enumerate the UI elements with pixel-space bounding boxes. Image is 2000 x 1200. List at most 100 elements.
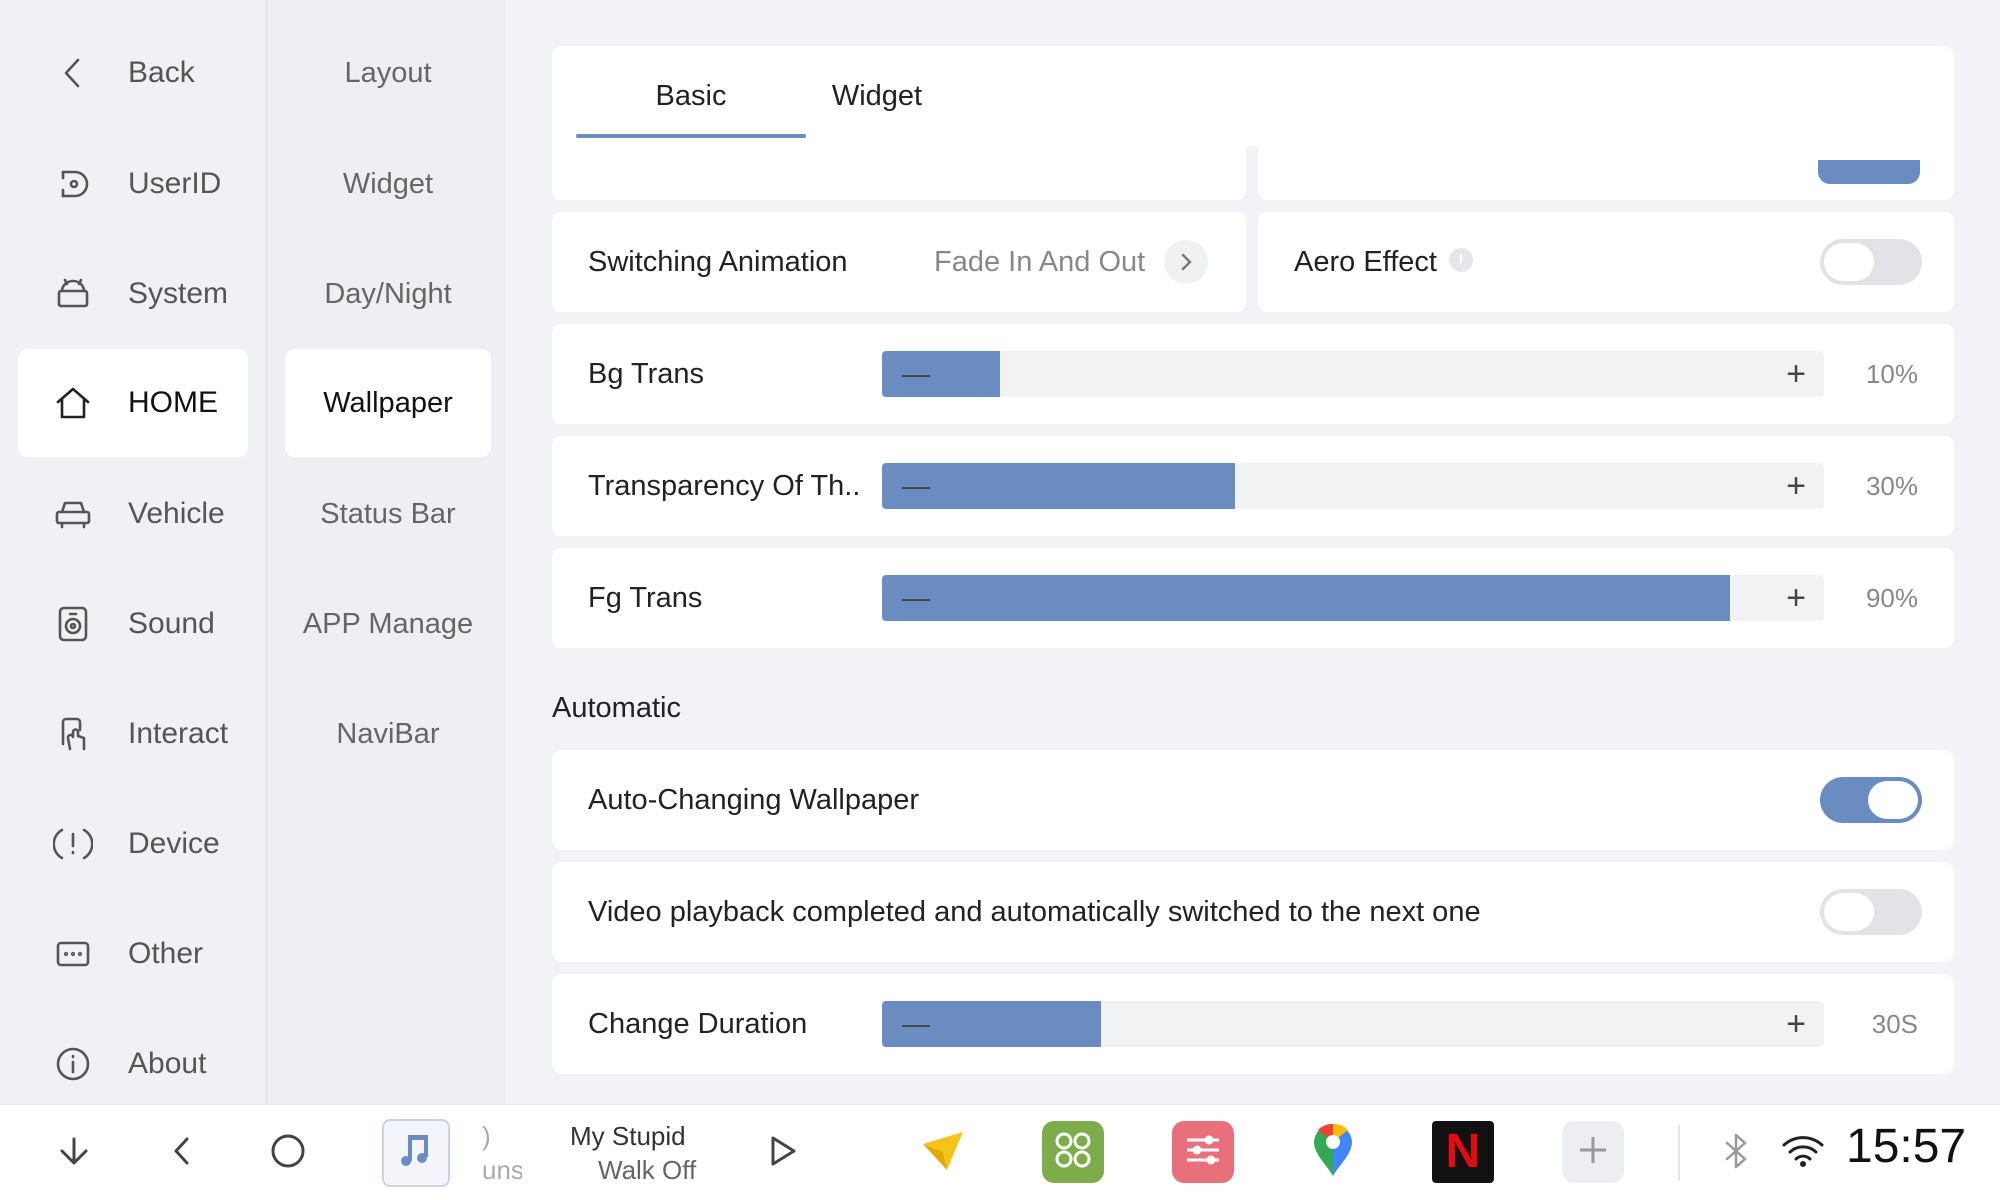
switching-animation-label: Switching Animation: [588, 246, 848, 278]
subnav-item-status-bar[interactable]: Status Bar: [285, 460, 491, 568]
sidebar-item-system[interactable]: System: [18, 240, 248, 348]
sidebar-item-home[interactable]: HOME: [18, 349, 248, 457]
navigation-app[interactable]: [912, 1121, 974, 1183]
info-icon: [18, 1044, 128, 1084]
aero-effect-toggle[interactable]: [1820, 239, 1922, 285]
bg-trans-value: 10%: [1865, 359, 1918, 389]
home-icon: [18, 383, 128, 423]
album-art[interactable]: [382, 1119, 450, 1187]
apps-grid-icon: [1051, 1128, 1095, 1177]
touch-icon: [18, 714, 128, 754]
media-prev-line2: uns: [482, 1155, 522, 1185]
transparency-slider[interactable]: — +: [882, 463, 1824, 509]
bg-trans-slider[interactable]: — +: [882, 351, 1824, 397]
toggle-knob: [1868, 781, 1918, 819]
chevron-right-icon[interactable]: [1164, 240, 1208, 284]
nav-back-button[interactable]: [150, 1105, 214, 1200]
sidebar-item-vehicle[interactable]: Vehicle: [18, 460, 248, 568]
arrow-down-icon: [54, 1131, 94, 1176]
subnav-label: NaviBar: [336, 717, 440, 750]
clock: 15:57: [1846, 1120, 1967, 1173]
minus-icon[interactable]: —: [902, 584, 930, 612]
bluetooth-icon: [1721, 1131, 1751, 1176]
subnav-label: Widget: [342, 167, 434, 200]
media-title: My Stupid: [570, 1121, 686, 1151]
tab-widget[interactable]: Widget: [762, 46, 992, 146]
netflix-app[interactable]: N: [1432, 1121, 1494, 1183]
sidebar-item-label: System: [128, 277, 229, 310]
subnav-item-day-night[interactable]: Day/Night: [285, 240, 491, 348]
wifi-status[interactable]: [1780, 1105, 1826, 1200]
subnav-item-wallpaper[interactable]: Wallpaper: [285, 349, 491, 457]
apps-grid-app[interactable]: [1042, 1121, 1104, 1183]
sidebar-item-about[interactable]: About: [18, 1010, 248, 1118]
subnav-label: Wallpaper: [323, 386, 453, 419]
nav-home-button[interactable]: [256, 1105, 320, 1200]
subnav-label: Status Bar: [320, 497, 456, 530]
fg-trans-value: 90%: [1865, 583, 1918, 613]
maps-app[interactable]: [1302, 1121, 1364, 1183]
sidebar-item-other[interactable]: Other: [18, 900, 248, 1008]
video-next-row: Video playback completed and automatical…: [552, 862, 1954, 962]
switching-animation-row[interactable]: Switching Animation Fade In And Out: [552, 212, 1246, 312]
slider-fill: [882, 351, 1000, 397]
sidebar-item-label: Other: [128, 937, 204, 970]
fg-trans-row: Fg Trans — + 90%: [552, 548, 1954, 648]
switching-animation-value: Fade In And Out: [934, 246, 1146, 278]
back-label: Back: [128, 56, 195, 89]
minus-icon[interactable]: —: [902, 1010, 930, 1038]
back-button[interactable]: Back: [18, 19, 248, 127]
slider-fill: [882, 575, 1730, 621]
equalizer-icon: [1181, 1128, 1225, 1177]
subnav-label: APP Manage: [302, 607, 474, 640]
auto-wallpaper-label: Auto-Changing Wallpaper: [588, 784, 920, 816]
info-icon[interactable]: [1448, 248, 1473, 273]
toggle-knob: [1824, 893, 1874, 931]
video-next-toggle[interactable]: [1820, 889, 1922, 935]
collapse-button[interactable]: [42, 1105, 106, 1200]
change-duration-row: Change Duration — + 30S: [552, 974, 1954, 1074]
minus-icon[interactable]: —: [902, 360, 930, 388]
plus-icon[interactable]: +: [1786, 469, 1806, 503]
minus-icon[interactable]: —: [902, 472, 930, 500]
bluetooth-status[interactable]: [1716, 1105, 1756, 1200]
transparency-row: Transparency Of Th.. — + 30%: [552, 436, 1954, 536]
add-app-button[interactable]: [1562, 1121, 1624, 1183]
bg-trans-row: Bg Trans — + 10%: [552, 324, 1954, 424]
sidebar-item-sound[interactable]: Sound: [18, 570, 248, 678]
aero-effect-row: Aero Effect: [1258, 212, 1954, 312]
subnav-item-widget[interactable]: Widget: [285, 130, 491, 238]
change-duration-slider[interactable]: — +: [882, 1001, 1824, 1047]
netflix-icon: N: [1445, 1125, 1481, 1178]
plus-icon[interactable]: +: [1786, 581, 1806, 615]
secondary-sidebar: Layout Widget Day/Night Wallpaper Status…: [270, 0, 506, 1104]
plus-icon[interactable]: +: [1786, 357, 1806, 391]
play-button[interactable]: [750, 1105, 814, 1200]
transparency-label: Transparency Of Th..: [588, 470, 861, 502]
subnav-item-layout[interactable]: Layout: [285, 19, 491, 127]
sidebar-item-device[interactable]: Device: [18, 790, 248, 898]
fg-trans-slider[interactable]: — +: [882, 575, 1824, 621]
userid-icon: [18, 164, 128, 204]
aero-effect-label: Aero Effect: [1294, 246, 1437, 278]
subnav-label: Layout: [344, 56, 432, 89]
bg-trans-label: Bg Trans: [588, 358, 705, 390]
sidebar-item-label: UserID: [128, 167, 222, 200]
subnav-item-navibar[interactable]: NaviBar: [285, 680, 491, 788]
media-prev-line1: ): [482, 1121, 491, 1151]
equalizer-app[interactable]: [1172, 1121, 1234, 1183]
settings-panel: Basic Widget Switching Animation Fade In…: [506, 0, 2000, 1104]
fg-trans-label: Fg Trans: [588, 582, 703, 614]
primary-sidebar: Back UserID System HOME Vehicle Sound In…: [0, 0, 268, 1104]
partial-toggle[interactable]: [1818, 160, 1920, 184]
plus-icon[interactable]: +: [1786, 1007, 1806, 1041]
auto-wallpaper-toggle[interactable]: [1820, 777, 1922, 823]
sidebar-item-interact[interactable]: Interact: [18, 680, 248, 788]
speaker-icon: [18, 604, 128, 644]
subnav-item-app-manage[interactable]: APP Manage: [285, 570, 491, 678]
auto-wallpaper-row: Auto-Changing Wallpaper: [552, 750, 1954, 850]
slider-fill: [882, 463, 1236, 509]
sidebar-item-label: Sound: [128, 607, 215, 640]
music-note-icon: [394, 1129, 438, 1178]
sidebar-item-userid[interactable]: UserID: [18, 130, 248, 238]
